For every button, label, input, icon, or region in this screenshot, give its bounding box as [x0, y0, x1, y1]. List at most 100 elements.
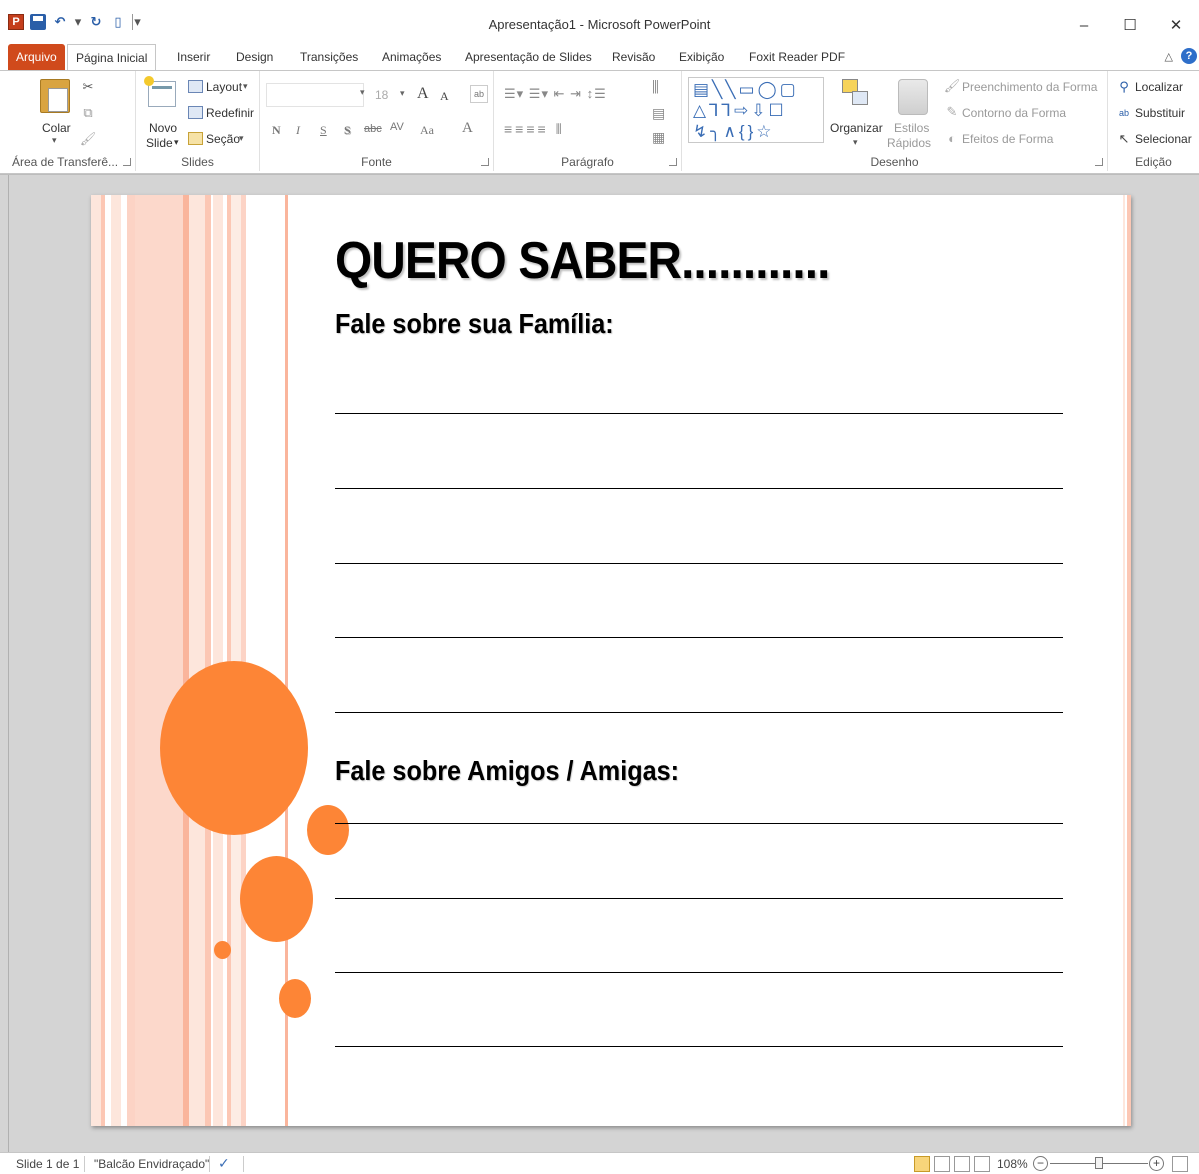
tab-apresentacao-de-slides[interactable]: Apresentação de Slides	[457, 44, 600, 71]
friends-heading[interactable]: Fale sobre Amigos / Amigas:	[335, 755, 679, 787]
bullets-icon[interactable]: ☰▾ ☰▾ ⇤ ⇥ ↕☰	[504, 86, 607, 102]
slide-canvas[interactable]: QUERO SABER............ Fale sobre sua F…	[91, 195, 1131, 1126]
bold-button[interactable]: N	[272, 123, 281, 138]
shape-effects-button[interactable]: Efeitos de Forma	[962, 132, 1053, 146]
tab-exibicao[interactable]: Exibição	[671, 44, 732, 71]
font-color-button[interactable]: A	[462, 120, 473, 137]
shapes-row-3[interactable]: ↯╮∧{}☆	[693, 122, 775, 142]
font-name-dropdown-icon[interactable]: ▾	[360, 87, 365, 98]
slideshow-view-icon[interactable]	[974, 1156, 990, 1172]
replace-icon[interactable]: ab	[1116, 105, 1132, 121]
maximize-button[interactable]: ☐	[1107, 12, 1153, 38]
change-case-button[interactable]: Aa	[420, 123, 434, 138]
shapes-row-2[interactable]: △⅂⅂⇨⇩☐	[693, 101, 787, 121]
theme-name[interactable]: "Balcão Envidraçado"	[94, 1157, 209, 1171]
help-icon[interactable]: ?	[1181, 48, 1197, 64]
layout-button[interactable]: Layout	[206, 80, 242, 94]
arrange-button[interactable]: Organizar	[830, 121, 883, 135]
arrange-icon[interactable]	[842, 79, 872, 111]
underline-button[interactable]: S	[320, 123, 327, 138]
replace-button[interactable]: Substituir	[1135, 106, 1185, 120]
writing-line	[335, 637, 1063, 638]
font-launcher-icon[interactable]	[481, 158, 489, 166]
family-heading[interactable]: Fale sobre sua Família:	[335, 308, 614, 340]
slide-counter[interactable]: Slide 1 de 1	[16, 1157, 79, 1171]
close-button[interactable]: ✕	[1153, 12, 1199, 38]
character-spacing-button[interactable]: AV	[390, 121, 404, 133]
section-dropdown-icon[interactable]: ▾	[239, 133, 244, 144]
copy-icon[interactable]: ⧉	[80, 105, 96, 121]
select-icon[interactable]: ↖	[1116, 131, 1132, 147]
find-button[interactable]: Localizar	[1135, 80, 1183, 94]
stripe-decoration	[101, 195, 105, 1126]
layout-dropdown-icon[interactable]: ▾	[243, 81, 248, 92]
grow-font-icon[interactable]: A	[417, 85, 429, 103]
clear-formatting-icon[interactable]: ab	[470, 85, 488, 103]
smartart-icon[interactable]: ▦	[652, 129, 665, 146]
shape-outline-icon[interactable]: ✎	[944, 104, 960, 120]
drawing-launcher-icon[interactable]	[1095, 158, 1103, 166]
section-button[interactable]: Seção	[206, 132, 240, 146]
spell-check-icon[interactable]: ✓	[218, 1155, 230, 1172]
shape-outline-button[interactable]: Contorno da Forma	[962, 106, 1066, 120]
tab-foxit-reader-pdf[interactable]: Foxit Reader PDF	[741, 44, 853, 71]
reading-view-icon[interactable]	[954, 1156, 970, 1172]
paste-button[interactable]: Colar	[42, 121, 71, 135]
find-icon[interactable]: ⚲	[1116, 79, 1132, 95]
zoom-slider-thumb[interactable]	[1095, 1157, 1103, 1169]
minimize-button[interactable]: –	[1061, 12, 1107, 38]
paragraph-launcher-icon[interactable]	[669, 158, 677, 166]
format-painter-icon[interactable]: 🖌	[80, 131, 97, 147]
tab-animacoes[interactable]: Animações	[374, 44, 449, 71]
minimize-ribbon-icon[interactable]: △	[1165, 50, 1173, 63]
shape-fill-icon[interactable]: 🖌	[944, 78, 961, 94]
section-icon	[188, 132, 203, 145]
tab-revisao[interactable]: Revisão	[604, 44, 663, 71]
layout-icon	[188, 80, 203, 93]
zoom-out-icon[interactable]: −	[1033, 1156, 1048, 1171]
group-label-paragraph: Parágrafo	[561, 155, 614, 169]
select-button[interactable]: Selecionar	[1135, 132, 1192, 146]
zoom-in-icon[interactable]: +	[1149, 1156, 1164, 1171]
align-text-icon[interactable]: ▤	[652, 105, 665, 122]
quick-styles-label[interactable]: Estilos	[894, 121, 929, 135]
new-slide-label[interactable]: Novo	[149, 121, 177, 135]
arrange-dropdown-icon[interactable]: ▾	[853, 137, 858, 148]
new-slide-icon[interactable]	[144, 76, 176, 107]
paste-dropdown-icon[interactable]: ▾	[52, 135, 57, 146]
pane-divider[interactable]	[8, 175, 9, 1153]
tab-arquivo[interactable]: Arquivo	[8, 44, 65, 71]
alignment-icons[interactable]: ≡≡≡≡ ⦀	[504, 121, 565, 138]
font-size-box[interactable]: 18	[375, 88, 388, 102]
shapes-gallery[interactable]: ▤╲╲▭◯▢ △⅂⅂⇨⇩☐ ↯╮∧{}☆	[688, 77, 824, 143]
normal-view-icon[interactable]	[914, 1156, 930, 1172]
text-direction-icon[interactable]: ⫼	[652, 79, 659, 96]
shapes-row-1[interactable]: ▤╲╲▭◯▢	[693, 80, 799, 100]
font-name-box[interactable]	[266, 83, 364, 107]
reset-button[interactable]: Redefinir	[206, 106, 254, 120]
fit-to-window-icon[interactable]	[1172, 1156, 1188, 1172]
tab-inserir[interactable]: Inserir	[169, 44, 218, 71]
slide-sorter-view-icon[interactable]	[934, 1156, 950, 1172]
cut-icon[interactable]: ✂	[80, 79, 96, 95]
new-slide-label-2[interactable]: Slide	[146, 136, 173, 150]
tab-transicoes[interactable]: Transições	[292, 44, 366, 71]
quick-styles-icon[interactable]	[898, 79, 928, 115]
clipboard-launcher-icon[interactable]	[123, 158, 131, 166]
quick-styles-label-2[interactable]: Rápidos	[887, 136, 931, 150]
new-slide-dropdown-icon[interactable]: ▾	[174, 137, 179, 148]
shadow-button[interactable]: S	[344, 123, 351, 138]
shape-fill-button[interactable]: Preenchimento da Forma	[962, 80, 1097, 94]
group-label-slides: Slides	[181, 155, 214, 169]
paste-icon[interactable]	[40, 79, 70, 113]
zoom-level[interactable]: 108%	[997, 1157, 1028, 1171]
group-clipboard: Colar ▾ ✂ ⧉ 🖌 Área de Transferê...	[0, 71, 136, 171]
tab-pagina-inicial[interactable]: Página Inicial	[67, 44, 157, 72]
slide-title[interactable]: QUERO SABER............	[335, 231, 830, 291]
shape-effects-icon[interactable]: ◐	[944, 130, 960, 146]
italic-button[interactable]: I	[296, 123, 300, 138]
shrink-font-icon[interactable]: A	[440, 89, 449, 104]
font-size-dropdown-icon[interactable]: ▾	[400, 88, 405, 99]
strikethrough-button[interactable]: abc	[364, 123, 382, 135]
tab-design[interactable]: Design	[228, 44, 281, 71]
